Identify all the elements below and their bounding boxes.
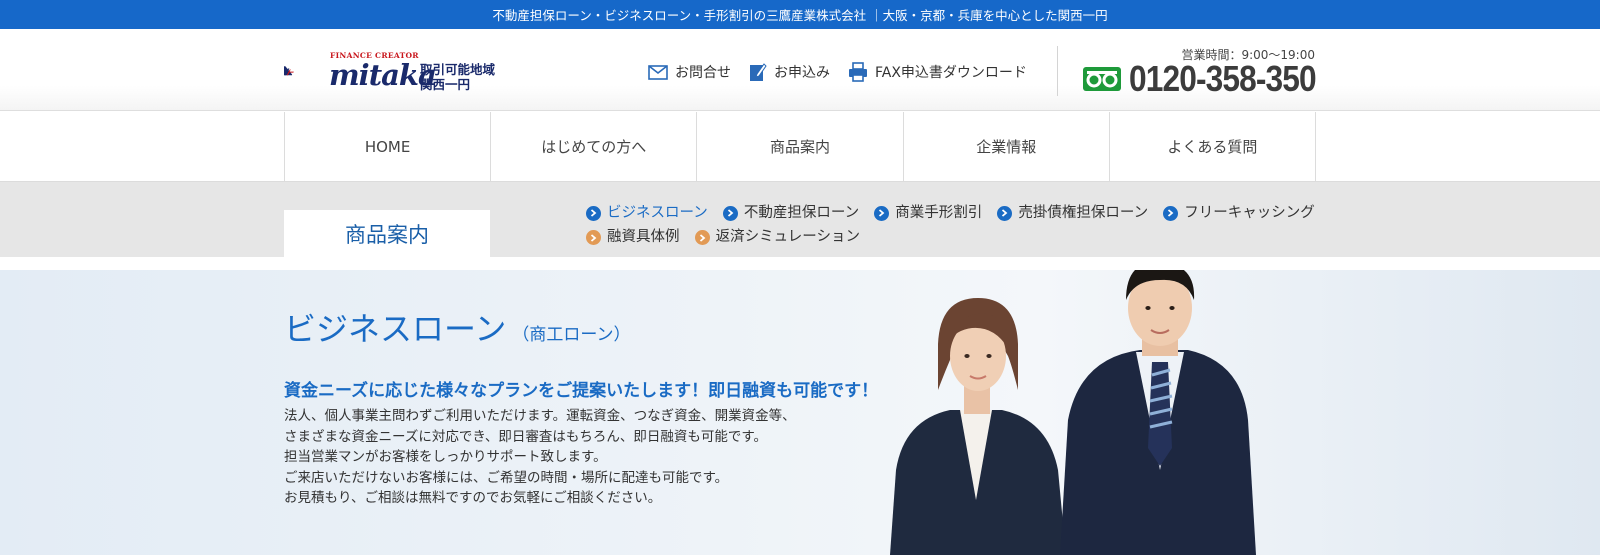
subnav-loan-examples-label: 融資具体例 — [607, 229, 680, 245]
subnav-receivables-loan-label: 売掛債権担保ローン — [1018, 204, 1149, 221]
subnav-bill-discount-label: 商業手形割引 — [895, 204, 983, 221]
hero-description-line: 法人、個人事業主問わずご利用いただけます。運転資金、つなぎ資金、開業資金等、 — [284, 408, 796, 424]
pen-form-icon — [750, 63, 767, 81]
contact-link[interactable]: お問合せ — [648, 62, 731, 82]
subnav-free-cashing-label: フリーキャッシング — [1184, 204, 1315, 221]
chevron-right-icon — [586, 205, 601, 221]
nav-products[interactable]: 商品案内 — [697, 112, 904, 181]
service-area-value: 関西一円 — [420, 77, 471, 92]
mitaka-logo-mark — [284, 66, 294, 76]
section-subnav: 商品案内 ビジネスローン 不動産担保ローン 商業手形割引 売掛債権担保ローン フ… — [0, 182, 1600, 257]
apply-link-label: お申込み — [774, 65, 830, 81]
chevron-right-icon — [1163, 205, 1179, 221]
hero-description-line: さまざまな資金ニーズに対応でき、即日審査はもちろん、即日融資も可能です。 — [284, 428, 768, 445]
service-area: 取引可能地域 関西一円 — [420, 62, 495, 92]
subnav-repayment-simulation-label: 返済シミュレーション — [715, 229, 861, 245]
chevron-right-icon — [874, 205, 890, 221]
hero-title-main: ビジネスローン — [284, 310, 507, 348]
fax-download-link[interactable]: FAX申込書ダウンロード — [848, 62, 1027, 82]
section-title-tab: 商品案内 — [284, 210, 490, 257]
top-announcement-bar: 不動産担保ローン・ビジネスローン・手形割引の三鷹産業株式会社 ｜大阪・京都・兵庫… — [0, 0, 1600, 29]
mail-icon — [648, 64, 668, 80]
subnav-real-estate-loan[interactable]: 不動産担保ローン — [722, 202, 860, 225]
nav-beginners[interactable]: はじめての方へ — [491, 112, 698, 181]
chevron-right-icon — [586, 230, 601, 245]
hero-title: ビジネスローン （商工ローン） — [284, 304, 631, 350]
main-navigation: HOME はじめての方へ 商品案内 企業情報 よくある質問 — [0, 112, 1600, 182]
chevron-right-icon — [722, 205, 738, 221]
hero-description-line: お見積もり、ご相談は無料ですのでお気軽にご相談ください。 — [284, 490, 662, 506]
contact-link-label: お問合せ — [675, 65, 731, 81]
woman-figure — [890, 298, 1066, 555]
subnav-bill-discount[interactable]: 商業手形割引 — [874, 202, 982, 225]
fax-icon — [849, 62, 867, 82]
hero-title-sub: （商工ローン） — [512, 325, 631, 345]
subnav-business-loan[interactable]: ビジネスローン — [586, 202, 708, 225]
product-links: ビジネスローン 不動産担保ローン 商業手形割引 売掛債権担保ローン フリーキャッ… — [586, 200, 1326, 249]
chevron-right-icon — [997, 205, 1013, 221]
subnav-loan-examples[interactable]: 融資具体例 — [586, 226, 680, 249]
subnav-free-cashing[interactable]: フリーキャッシング — [1163, 202, 1315, 225]
freedial-icon — [1083, 67, 1121, 91]
subnav-real-estate-loan-label: 不動産担保ローン — [743, 204, 860, 221]
nav-home[interactable]: HOME — [285, 112, 492, 181]
hero-section: ビジネスローン （商工ローン） 資金ニーズに応じた様々なプランをご提案いたします！… — [0, 270, 1600, 555]
nav-faq[interactable]: よくある質問 — [1110, 112, 1317, 181]
hero-description: 法人、個人事業主問わずご利用いただけます。運転資金、つなぎ資金、開業資金等、 さ… — [284, 406, 796, 509]
apply-link[interactable]: お申込み — [749, 62, 830, 82]
subnav-receivables-loan[interactable]: 売掛債権担保ローン — [997, 202, 1148, 225]
nav-company[interactable]: 企業情報 — [904, 112, 1110, 181]
service-area-label: 取引可能地域 — [420, 62, 496, 77]
subnav-repayment-simulation[interactable]: 返済シミュレーション — [694, 226, 861, 249]
header-divider — [1057, 46, 1058, 96]
subnav-business-loan-label: ビジネスローン — [607, 204, 708, 221]
hero-description-line: ご来店いただけないお客様には、ご希望の時間・場所に配達も可能です。 — [284, 469, 729, 486]
hero-lead: 資金ニーズに応じた様々なプランをご提案いたします！即日融資も可能です！ — [284, 381, 879, 401]
fax-download-link-label: FAX申込書ダウンロード — [875, 65, 1027, 81]
top-announcement-text: 不動産担保ローン・ビジネスローン・手形割引の三鷹産業株式会社 ｜大阪・京都・兵庫… — [492, 8, 1108, 23]
man-figure — [1060, 270, 1256, 555]
staff-photo — [890, 270, 1256, 555]
header-links: お問合せ お申込み FAX申込書ダウンロード — [648, 62, 1045, 82]
chevron-right-icon — [694, 230, 710, 245]
hero-description-line: 担当営業マンがお客様をしっかりサポート致します。 — [284, 449, 607, 465]
phone-number: 0120-358-350 — [1129, 58, 1317, 99]
phone-number-link[interactable]: 0120-358-350 — [1083, 58, 1341, 100]
